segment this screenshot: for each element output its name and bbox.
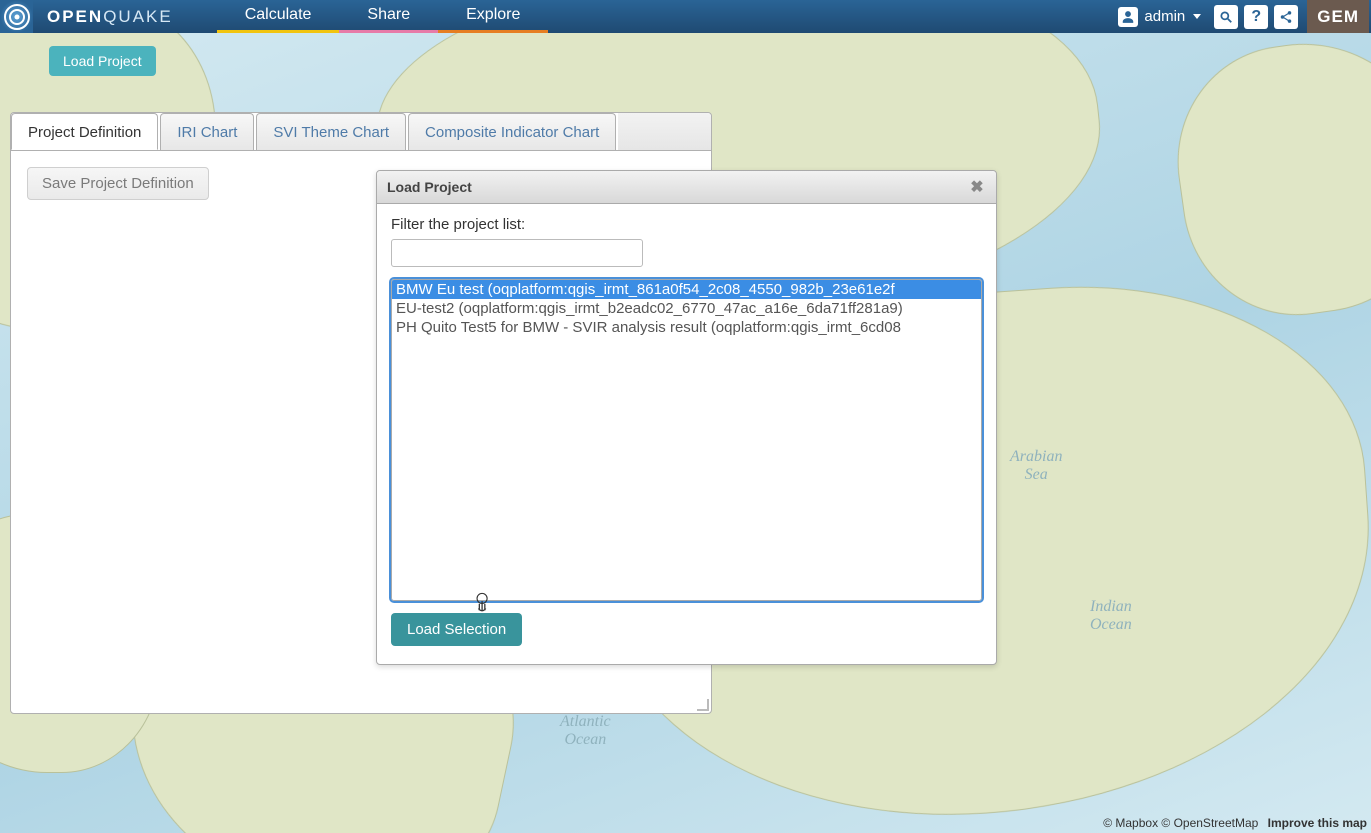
nav-item-share[interactable]: Share xyxy=(339,0,438,33)
top-navbar: OPENQUAKE Calculate Share Explore admin … xyxy=(0,0,1371,33)
nav-item-explore[interactable]: Explore xyxy=(438,0,548,33)
project-listbox[interactable]: BMW Eu test (oqplatform:qgis_irmt_861a0f… xyxy=(391,279,982,601)
brand-title[interactable]: OPENQUAKE xyxy=(33,7,187,27)
nav-right: admin ? GEM xyxy=(1108,0,1371,33)
help-icon[interactable]: ? xyxy=(1244,5,1268,29)
tab-composite-indicator-chart[interactable]: Composite Indicator Chart xyxy=(408,113,616,150)
share-icon[interactable] xyxy=(1274,5,1298,29)
user-menu[interactable]: admin xyxy=(1108,7,1211,27)
sea-label-indian: Indian Ocean xyxy=(1090,598,1132,634)
dialog-body: Filter the project list: BMW Eu test (oq… xyxy=(377,204,996,664)
filter-label: Filter the project list: xyxy=(391,216,982,233)
nav-menu: Calculate Share Explore xyxy=(217,0,549,33)
search-icon[interactable] xyxy=(1214,5,1238,29)
nav-left: OPENQUAKE Calculate Share Explore xyxy=(0,0,548,33)
list-item[interactable]: EU-test2 (oqplatform:qgis_irmt_b2eadc02_… xyxy=(392,299,981,318)
brand-open: OPEN xyxy=(47,7,103,26)
gem-badge[interactable]: GEM xyxy=(1307,0,1369,33)
panel-resize-handle[interactable] xyxy=(695,697,709,711)
tabs-bar: Project Definition IRI Chart SVI Theme C… xyxy=(11,113,711,151)
load-project-dialog: Load Project ✖ Filter the project list: … xyxy=(376,170,997,665)
sea-label-atlantic: Atlantic Ocean xyxy=(560,713,611,749)
dialog-close-icon[interactable]: ✖ xyxy=(968,178,986,196)
list-item[interactable]: BMW Eu test (oqplatform:qgis_irmt_861a0f… xyxy=(392,280,981,299)
nav-item-calculate[interactable]: Calculate xyxy=(217,0,340,33)
filter-input[interactable] xyxy=(391,239,643,267)
load-project-button[interactable]: Load Project xyxy=(49,46,156,76)
sea-label-arabian: Arabian Sea xyxy=(1010,448,1062,484)
brand-quake: QUAKE xyxy=(103,7,173,26)
tab-iri-chart[interactable]: IRI Chart xyxy=(160,113,254,150)
user-name: admin xyxy=(1144,8,1185,25)
save-project-definition-button: Save Project Definition xyxy=(27,167,209,200)
list-item[interactable]: PH Quito Test5 for BMW - SVIR analysis r… xyxy=(392,318,981,337)
dialog-titlebar[interactable]: Load Project ✖ xyxy=(377,171,996,204)
user-avatar-icon xyxy=(1118,7,1138,27)
tab-svi-theme-chart[interactable]: SVI Theme Chart xyxy=(256,113,406,150)
tab-project-definition[interactable]: Project Definition xyxy=(11,113,158,150)
caret-down-icon xyxy=(1193,14,1201,19)
brand-logo-icon[interactable] xyxy=(0,0,33,33)
tabs-filler xyxy=(618,113,711,151)
dialog-title-text: Load Project xyxy=(387,179,472,195)
improve-map-link[interactable]: Improve this map xyxy=(1268,816,1367,830)
attribution-text: © Mapbox © OpenStreetMap xyxy=(1103,816,1258,830)
load-selection-button[interactable]: Load Selection xyxy=(391,613,522,646)
landmass xyxy=(1162,33,1371,330)
map-attribution: © Mapbox © OpenStreetMap Improve this ma… xyxy=(1103,816,1367,830)
